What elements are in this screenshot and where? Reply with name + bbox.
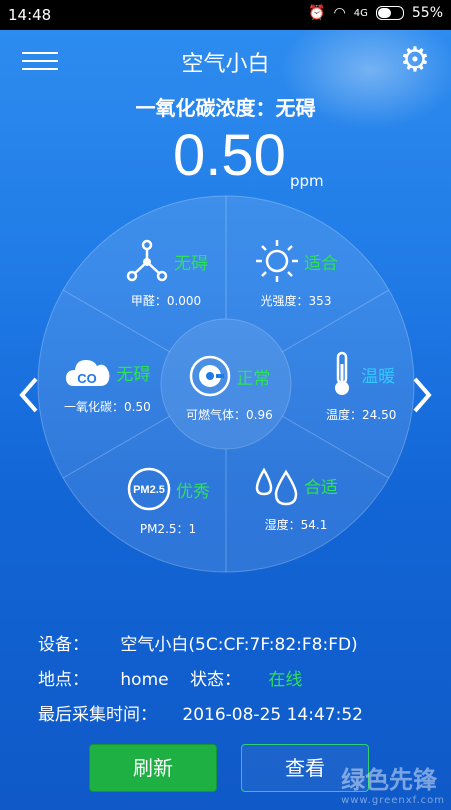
alarm-icon: ⏰ <box>308 5 326 21</box>
sensor-gas[interactable]: 正常 可燃气体：0.96 <box>186 354 273 423</box>
humidity-label: 湿度：54.1 <box>264 518 328 532</box>
pm25-status: 优秀 <box>176 481 210 502</box>
svg-text:CO: CO <box>78 371 98 386</box>
watermark-url: www.greenxf.com <box>341 795 445 806</box>
device-row: 设备： 空气小白(5C:CF:7F:82:F8:FD) <box>38 630 358 655</box>
location-row: 地点： home 状态： 在线 <box>38 665 302 690</box>
main-value: 0.50 <box>173 123 286 188</box>
sun-icon <box>256 240 298 282</box>
state-value: 在线 <box>268 670 303 690</box>
location-value: home <box>120 670 169 690</box>
state-label: 状态： <box>190 670 242 690</box>
sensor-co[interactable]: CO 无碍 一氧化碳：0.50 <box>64 354 151 415</box>
top-bar: 空气小白 ⚙ <box>0 30 451 90</box>
co-status: 无碍 <box>116 364 151 385</box>
refresh-button[interactable]: 刷新 <box>89 744 217 792</box>
watermark: 绿色先锋 www.greenxf.com <box>341 760 445 806</box>
molecule-icon <box>126 239 168 282</box>
sensor-humidity[interactable]: 合适 湿度：54.1 <box>254 462 338 533</box>
status-bar: 14:48 ⏰ ◠ 4G 55% <box>0 0 451 30</box>
watermark-text: 绿色先锋 <box>341 766 438 794</box>
app-screen: 14:48 ⏰ ◠ 4G 55% 空气小白 ⚙ 一氧化碳浓度：无碍 0.50 p… <box>0 0 451 810</box>
battery-percent: 55% <box>411 5 443 21</box>
wifi-icon: ◠ <box>333 5 346 21</box>
prev-arrow-icon[interactable] <box>14 375 44 415</box>
next-arrow-icon[interactable] <box>407 375 437 415</box>
location-label: 地点： <box>38 670 89 690</box>
battery-icon <box>375 6 404 20</box>
sensor-pm25[interactable]: PM2.5 优秀 PM2.5：1 <box>126 466 210 537</box>
humidity-status: 合适 <box>304 477 338 498</box>
temperature-status: 温暖 <box>361 366 396 387</box>
co-label: 一氧化碳：0.50 <box>64 400 151 414</box>
svg-text:PM2.5: PM2.5 <box>133 484 165 496</box>
device-value: 空气小白(5C:CF:7F:82:F8:FD) <box>120 635 358 655</box>
network-type: 4G <box>353 7 368 19</box>
light-label: 光强度：353 <box>260 294 332 308</box>
settings-gear-icon[interactable]: ⚙ <box>397 42 433 78</box>
gas-status: 正常 <box>236 368 271 389</box>
thermometer-icon <box>335 351 350 395</box>
app-title: 空气小白 <box>181 52 270 77</box>
time-label: 最后采集时间： <box>38 705 157 725</box>
time-row: 最后采集时间： 2016-08-25 14:47:52 <box>38 700 363 725</box>
sensor-formaldehyde[interactable]: 无碍 甲醛：0.000 <box>124 238 208 309</box>
gas-label: 可燃气体：0.96 <box>186 408 273 422</box>
light-status: 适合 <box>304 253 338 274</box>
device-label: 设备： <box>38 635 89 655</box>
co-cloud-icon: CO <box>66 360 110 386</box>
sensor-light[interactable]: 适合 光强度：353 <box>254 238 338 309</box>
pm25-icon: PM2.5 <box>127 467 171 511</box>
pm25-label: PM2.5：1 <box>139 522 197 536</box>
time-value: 2016-08-25 14:47:52 <box>182 705 363 725</box>
formaldehyde-status: 无碍 <box>174 253 208 274</box>
water-drops-icon <box>255 467 298 506</box>
sensor-temperature[interactable]: 温暖 温度：24.50 <box>326 350 396 423</box>
gas-tank-icon <box>190 355 231 397</box>
status-time: 14:48 <box>8 6 52 24</box>
formaldehyde-label: 甲醛：0.000 <box>130 294 202 308</box>
headline: 一氧化碳浓度：无碍 <box>135 96 316 120</box>
main-unit: ppm <box>290 172 324 190</box>
temperature-label: 温度：24.50 <box>326 408 397 422</box>
